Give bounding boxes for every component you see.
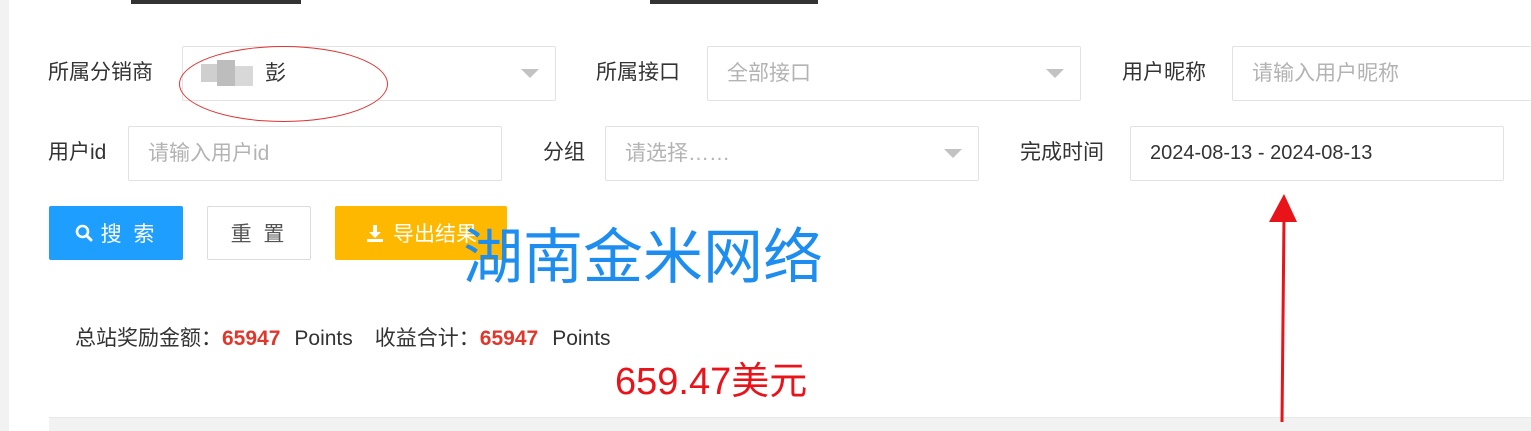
reward-summary: 总站奖励金额：65947 Points 收益合计：65947 Points	[75, 322, 611, 352]
distributor-label: 所属分销商	[48, 61, 153, 84]
total-reward-unit: Points	[294, 327, 353, 350]
interface-label: 所属接口	[596, 61, 680, 84]
group-label: 分组	[543, 141, 585, 164]
user-id-input[interactable]: 请输入用户id	[128, 126, 502, 181]
cropped-heading-left	[131, 0, 301, 4]
chevron-down-icon	[521, 69, 539, 78]
usd-annotation: 659.47美元	[615, 361, 808, 403]
interface-select-value: 全部接口	[727, 62, 811, 85]
nickname-input[interactable]: 请输入用户昵称	[1232, 46, 1531, 101]
income-total-label: 收益合计：	[374, 327, 480, 350]
reset-button[interactable]: 重 置	[207, 206, 311, 260]
chevron-down-icon	[1046, 69, 1064, 78]
finish-time-value: 2024-08-13 - 2024-08-13	[1150, 142, 1373, 164]
reset-button-label: 重 置	[230, 223, 288, 246]
cropped-heading-right	[650, 0, 818, 4]
user-id-placeholder: 请输入用户id	[148, 142, 270, 165]
income-total-unit: Points	[552, 327, 611, 350]
search-button-label: 搜 索	[100, 223, 158, 246]
group-placeholder: 请选择……	[625, 142, 730, 165]
user-id-label: 用户id	[48, 141, 107, 164]
income-total-value: 65947	[479, 327, 539, 350]
finish-time-range-input[interactable]: 2024-08-13 - 2024-08-13	[1130, 126, 1504, 181]
page-left-gutter	[0, 0, 9, 431]
annotation-ellipse	[179, 46, 388, 122]
total-reward-value: 65947	[222, 327, 281, 350]
search-button[interactable]: 搜 索	[49, 206, 183, 260]
search-icon	[75, 224, 93, 242]
nickname-label: 用户昵称	[1122, 61, 1206, 84]
annotation-arrow-icon	[1269, 194, 1297, 423]
interface-select[interactable]: 全部接口	[707, 46, 1081, 101]
watermark-text: 湖南金米网络	[463, 224, 823, 291]
finish-time-label: 完成时间	[1020, 141, 1104, 164]
group-select[interactable]: 请选择……	[605, 126, 979, 181]
chevron-down-icon	[944, 149, 962, 158]
download-icon	[367, 225, 383, 242]
nickname-placeholder: 请输入用户昵称	[1252, 62, 1399, 85]
table-header	[49, 417, 1531, 431]
total-reward-label: 总站奖励金额：	[75, 327, 222, 350]
